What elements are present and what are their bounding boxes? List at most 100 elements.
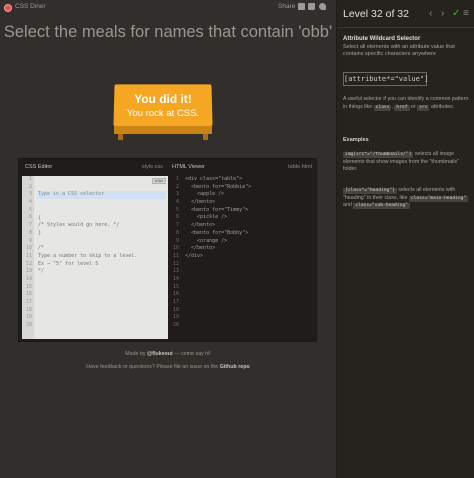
code-line: </div> bbox=[185, 252, 204, 259]
enter-button[interactable]: enter bbox=[152, 178, 166, 184]
divider bbox=[337, 27, 474, 28]
code-line: <bento for="Robbie"> bbox=[185, 183, 252, 190]
line-number: 13 bbox=[25, 268, 32, 275]
level-indicator[interactable]: Level 32 of 32 bbox=[343, 8, 409, 20]
hint-tag: src bbox=[417, 104, 430, 111]
line-number: 16 bbox=[172, 291, 179, 298]
example-2: [class*="heading"] selects all elements … bbox=[343, 187, 471, 210]
line-number: 12 bbox=[25, 260, 32, 267]
css-editor-title: CSS Editor bbox=[25, 164, 53, 170]
line-number: 11 bbox=[25, 252, 32, 259]
css-code: Type in a CSS selector {/* Styles would … bbox=[38, 176, 166, 291]
plate-front bbox=[114, 126, 212, 134]
line-number: 3 bbox=[28, 191, 32, 198]
line-number: 2 bbox=[28, 183, 32, 190]
code-line: <pickle /> bbox=[185, 214, 228, 221]
example-code: img[src*="/thumbnails/"] bbox=[343, 152, 414, 158]
line-number: 1 bbox=[28, 176, 32, 182]
line-number: 18 bbox=[172, 306, 179, 313]
line-number: 15 bbox=[25, 283, 32, 290]
level-instruction: Select the meals for names that contain … bbox=[3, 23, 333, 41]
code-line: */ bbox=[38, 268, 45, 275]
hint-text-end: attributes. bbox=[429, 103, 455, 110]
code-line: Type a number to skip to a level. bbox=[38, 252, 138, 259]
html-viewer-header: HTML Viewer table.html bbox=[172, 159, 312, 175]
feedback: Have feedback or questions? Please file … bbox=[0, 364, 336, 370]
html-code: <div class="table"> <bento for="Robbie">… bbox=[185, 176, 313, 261]
code-line: { bbox=[38, 214, 42, 221]
line-number: 6 bbox=[175, 214, 179, 221]
menu-icon[interactable]: ≡ bbox=[463, 8, 469, 19]
feedback-text: Have feedback or questions? Please file … bbox=[86, 364, 220, 370]
line-number: 9 bbox=[28, 237, 32, 244]
html-viewer-title: HTML Viewer bbox=[172, 164, 206, 170]
credits-suffix: — come say hi! bbox=[172, 351, 211, 357]
code-line: Ex → "5" for level 5 bbox=[38, 260, 99, 267]
css-filename: style.css bbox=[141, 164, 163, 170]
line-number: 5 bbox=[28, 206, 32, 213]
css-diner-logo-icon bbox=[4, 4, 12, 12]
line-number: 7 bbox=[28, 222, 32, 229]
css-line-numbers: 1 2 3 4 5 6 7 8 9 10 11 12 13 14 15 16 17 18 19 20 bbox=[22, 176, 34, 339]
win-plate: You did it! You rock at CSS. bbox=[110, 84, 216, 140]
example-code: [class*="heading"] bbox=[343, 188, 397, 194]
author-link[interactable]: @flukeout bbox=[147, 351, 173, 357]
top-bar: CSS Diner Share bbox=[0, 0, 336, 18]
plate-leg bbox=[203, 134, 208, 140]
examples-title: Examples bbox=[343, 137, 369, 143]
selector-input[interactable]: Type in a CSS selector bbox=[38, 191, 166, 200]
facebook-icon[interactable] bbox=[308, 3, 315, 10]
checkmark-icon: ✓ bbox=[452, 8, 461, 19]
share-label: Share bbox=[278, 3, 296, 10]
credits: Made by @flukeout — come say hi! bbox=[0, 351, 336, 357]
example-tag: class="main-heading" bbox=[408, 195, 469, 202]
line-number: 3 bbox=[175, 191, 179, 198]
css-editor-header: CSS Editor style.css bbox=[25, 159, 163, 175]
selector-name: Attribute Wildcard Selector bbox=[343, 36, 421, 42]
selector-syntax: [attribute*="value"] bbox=[343, 72, 428, 86]
line-number: 9 bbox=[175, 237, 179, 244]
css-editor-pane[interactable]: 1 2 3 4 5 6 7 8 9 10 11 12 13 14 15 16 17 18 19 20 Type in … bbox=[22, 176, 168, 339]
line-number: 15 bbox=[172, 283, 179, 290]
line-number: 17 bbox=[172, 299, 179, 305]
example-tag: class="sub-heading" bbox=[353, 203, 410, 209]
example-text: and bbox=[343, 202, 354, 208]
html-filename: table.html bbox=[288, 164, 312, 170]
hint-tag: href bbox=[394, 104, 410, 111]
line-number: 20 bbox=[25, 322, 32, 329]
html-line-numbers: 1 2 3 4 5 6 7 8 9 10 11 12 13 14 15 16 17 18 19 20 bbox=[169, 176, 181, 330]
code-line: </bento> bbox=[185, 199, 216, 206]
selector-description: Select all elements with an attribute va… bbox=[343, 44, 455, 57]
code-line: </bento> bbox=[185, 222, 216, 229]
twitter-icon[interactable] bbox=[319, 3, 326, 10]
sidebar: Level 32 of 32 ‹ › ✓ ≡ Attribute Wildcar… bbox=[336, 0, 474, 478]
code-line: <bento for="Timmy"> bbox=[185, 206, 249, 213]
github-repo-link[interactable]: Github repo bbox=[220, 364, 250, 370]
line-number: 1 bbox=[175, 176, 179, 182]
hint-tag: class bbox=[373, 104, 392, 111]
line-number: 11 bbox=[172, 252, 179, 259]
html-viewer-pane: 1 2 3 4 5 6 7 8 9 10 11 12 13 14 15 16 17 18 19 20 <div cla… bbox=[169, 176, 315, 339]
code-line: /* Styles would go here. */ bbox=[38, 222, 120, 229]
credits-prefix: Made by bbox=[125, 351, 148, 357]
line-number: 14 bbox=[25, 275, 32, 282]
plate-top: You did it! You rock at CSS. bbox=[113, 84, 213, 127]
app-title[interactable]: CSS Diner bbox=[15, 3, 46, 10]
chevron-right-icon[interactable]: › bbox=[441, 8, 444, 19]
code-line: } bbox=[38, 229, 42, 236]
win-message-title: You did it! bbox=[134, 92, 192, 106]
plate-leg bbox=[118, 134, 123, 140]
mail-icon[interactable] bbox=[298, 3, 305, 10]
line-number: 5 bbox=[175, 206, 179, 213]
line-number: 19 bbox=[172, 314, 179, 321]
code-line: <apple /> bbox=[185, 191, 225, 198]
line-number: 6 bbox=[28, 214, 32, 221]
code-line: /* bbox=[38, 245, 45, 252]
line-number: 19 bbox=[25, 314, 32, 321]
editor: CSS Editor style.css HTML Viewer table.h… bbox=[18, 158, 317, 342]
chevron-left-icon[interactable]: ‹ bbox=[429, 8, 432, 19]
code-line: <bento for="Bobby"> bbox=[185, 229, 249, 236]
line-number: 18 bbox=[25, 306, 32, 313]
line-number: 20 bbox=[172, 322, 179, 329]
